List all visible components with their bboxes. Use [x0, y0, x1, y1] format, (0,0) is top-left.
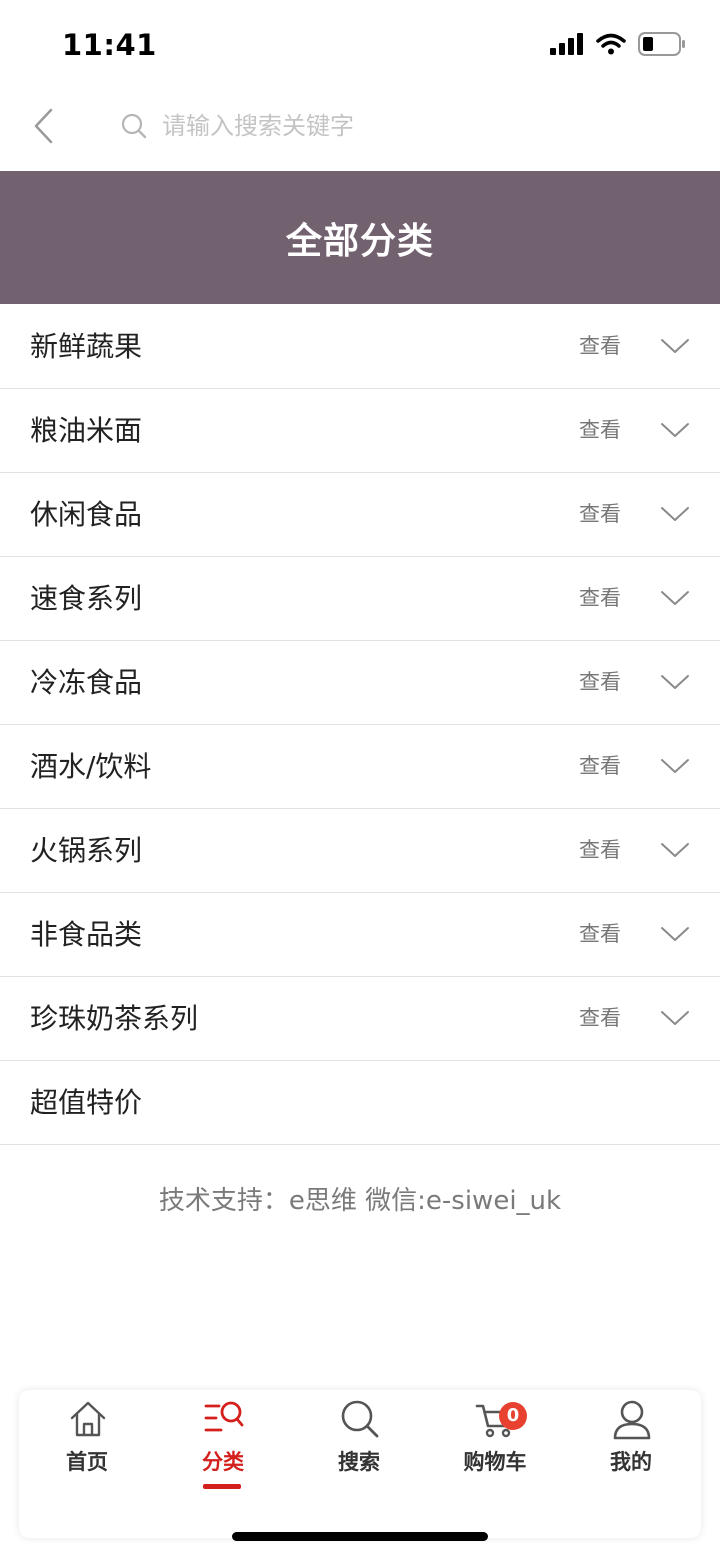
user-icon — [613, 1400, 651, 1440]
tab-label: 搜索 — [338, 1450, 380, 1474]
category-item[interactable]: 火锅系列 查看 — [0, 809, 720, 893]
tab-search[interactable]: 搜索 — [291, 1390, 427, 1500]
home-icon — [70, 1401, 106, 1437]
chevron-down-icon[interactable] — [660, 420, 690, 440]
cart-count-badge: 0 — [499, 1402, 527, 1430]
category-name: 火锅系列 — [30, 834, 143, 867]
view-link[interactable]: 查看 — [579, 473, 621, 556]
view-link[interactable]: 查看 — [579, 389, 621, 472]
category-name: 非食品类 — [30, 918, 143, 951]
signal-icon — [550, 33, 583, 55]
category-item[interactable]: 新鲜蔬果 查看 — [0, 305, 720, 389]
tab-profile[interactable]: 我的 — [563, 1390, 699, 1500]
category-list: 新鲜蔬果 查看 粮油米面 查看 休闲食品 查看 速食系列 查看 冷冻食品 查看 … — [0, 305, 720, 1145]
category-name: 冷冻食品 — [30, 666, 143, 699]
search-icon — [341, 1400, 379, 1438]
category-item[interactable]: 粮油米面 查看 — [0, 389, 720, 473]
active-tab-indicator — [203, 1484, 241, 1489]
category-item[interactable]: 酒水/饮料 查看 — [0, 725, 720, 809]
category-item[interactable]: 非食品类 查看 — [0, 893, 720, 977]
category-name: 速食系列 — [30, 582, 143, 615]
chevron-down-icon[interactable] — [660, 672, 690, 692]
chevron-down-icon[interactable] — [660, 336, 690, 356]
chevron-down-icon[interactable] — [660, 840, 690, 860]
status-time: 11:41 — [62, 28, 157, 62]
search-box[interactable] — [120, 104, 680, 148]
category-icon — [204, 1401, 244, 1432]
tab-cart[interactable]: 0 购物车 — [427, 1390, 563, 1500]
tab-home[interactable]: 首页 — [19, 1390, 155, 1500]
view-link[interactable]: 查看 — [579, 809, 621, 892]
status-icons — [550, 32, 686, 56]
category-name: 新鲜蔬果 — [30, 330, 143, 363]
tab-label: 分类 — [202, 1450, 244, 1474]
top-nav — [0, 90, 720, 170]
home-indicator — [232, 1532, 488, 1541]
chevron-down-icon[interactable] — [660, 756, 690, 776]
tech-support-text: 技术支持：e思维 微信:e-siwei_uk — [158, 1186, 562, 1216]
tab-category[interactable]: 分类 — [155, 1390, 291, 1500]
bottom-tab-bar: 首页 分类 搜索 0 购物车 我的 — [19, 1390, 701, 1538]
tab-label: 首页 — [66, 1450, 108, 1474]
tab-label: 我的 — [610, 1450, 652, 1474]
category-name: 酒水/饮料 — [30, 750, 152, 783]
category-name: 粮油米面 — [30, 414, 143, 447]
chevron-left-icon — [34, 108, 53, 144]
category-name: 休闲食品 — [30, 498, 143, 531]
chevron-down-icon[interactable] — [660, 588, 690, 608]
chevron-down-icon[interactable] — [660, 924, 690, 944]
view-link[interactable]: 查看 — [579, 557, 621, 640]
category-item[interactable]: 速食系列 查看 — [0, 557, 720, 641]
search-input[interactable] — [162, 112, 642, 140]
back-button[interactable] — [24, 104, 64, 148]
category-item[interactable]: 休闲食品 查看 — [0, 473, 720, 557]
category-item[interactable]: 冷冻食品 查看 — [0, 641, 720, 725]
status-bar: 11:41 — [0, 0, 720, 90]
category-name: 珍珠奶茶系列 — [30, 1002, 199, 1035]
wifi-icon — [596, 33, 626, 55]
view-link[interactable]: 查看 — [579, 893, 621, 976]
tab-label: 购物车 — [463, 1450, 527, 1474]
chevron-down-icon[interactable] — [660, 504, 690, 524]
category-name: 超值特价 — [30, 1086, 143, 1119]
category-item[interactable]: 珍珠奶茶系列 查看 — [0, 977, 720, 1061]
battery-icon — [638, 32, 685, 56]
view-link[interactable]: 查看 — [579, 305, 621, 388]
view-link[interactable]: 查看 — [579, 977, 621, 1060]
chevron-down-icon[interactable] — [660, 1008, 690, 1028]
category-banner: 全部分类 — [0, 171, 720, 304]
category-item[interactable]: 超值特价 — [0, 1061, 720, 1145]
view-link[interactable]: 查看 — [579, 641, 621, 724]
page-title: 全部分类 — [285, 220, 434, 262]
search-icon — [121, 113, 147, 139]
view-link[interactable]: 查看 — [579, 725, 621, 808]
